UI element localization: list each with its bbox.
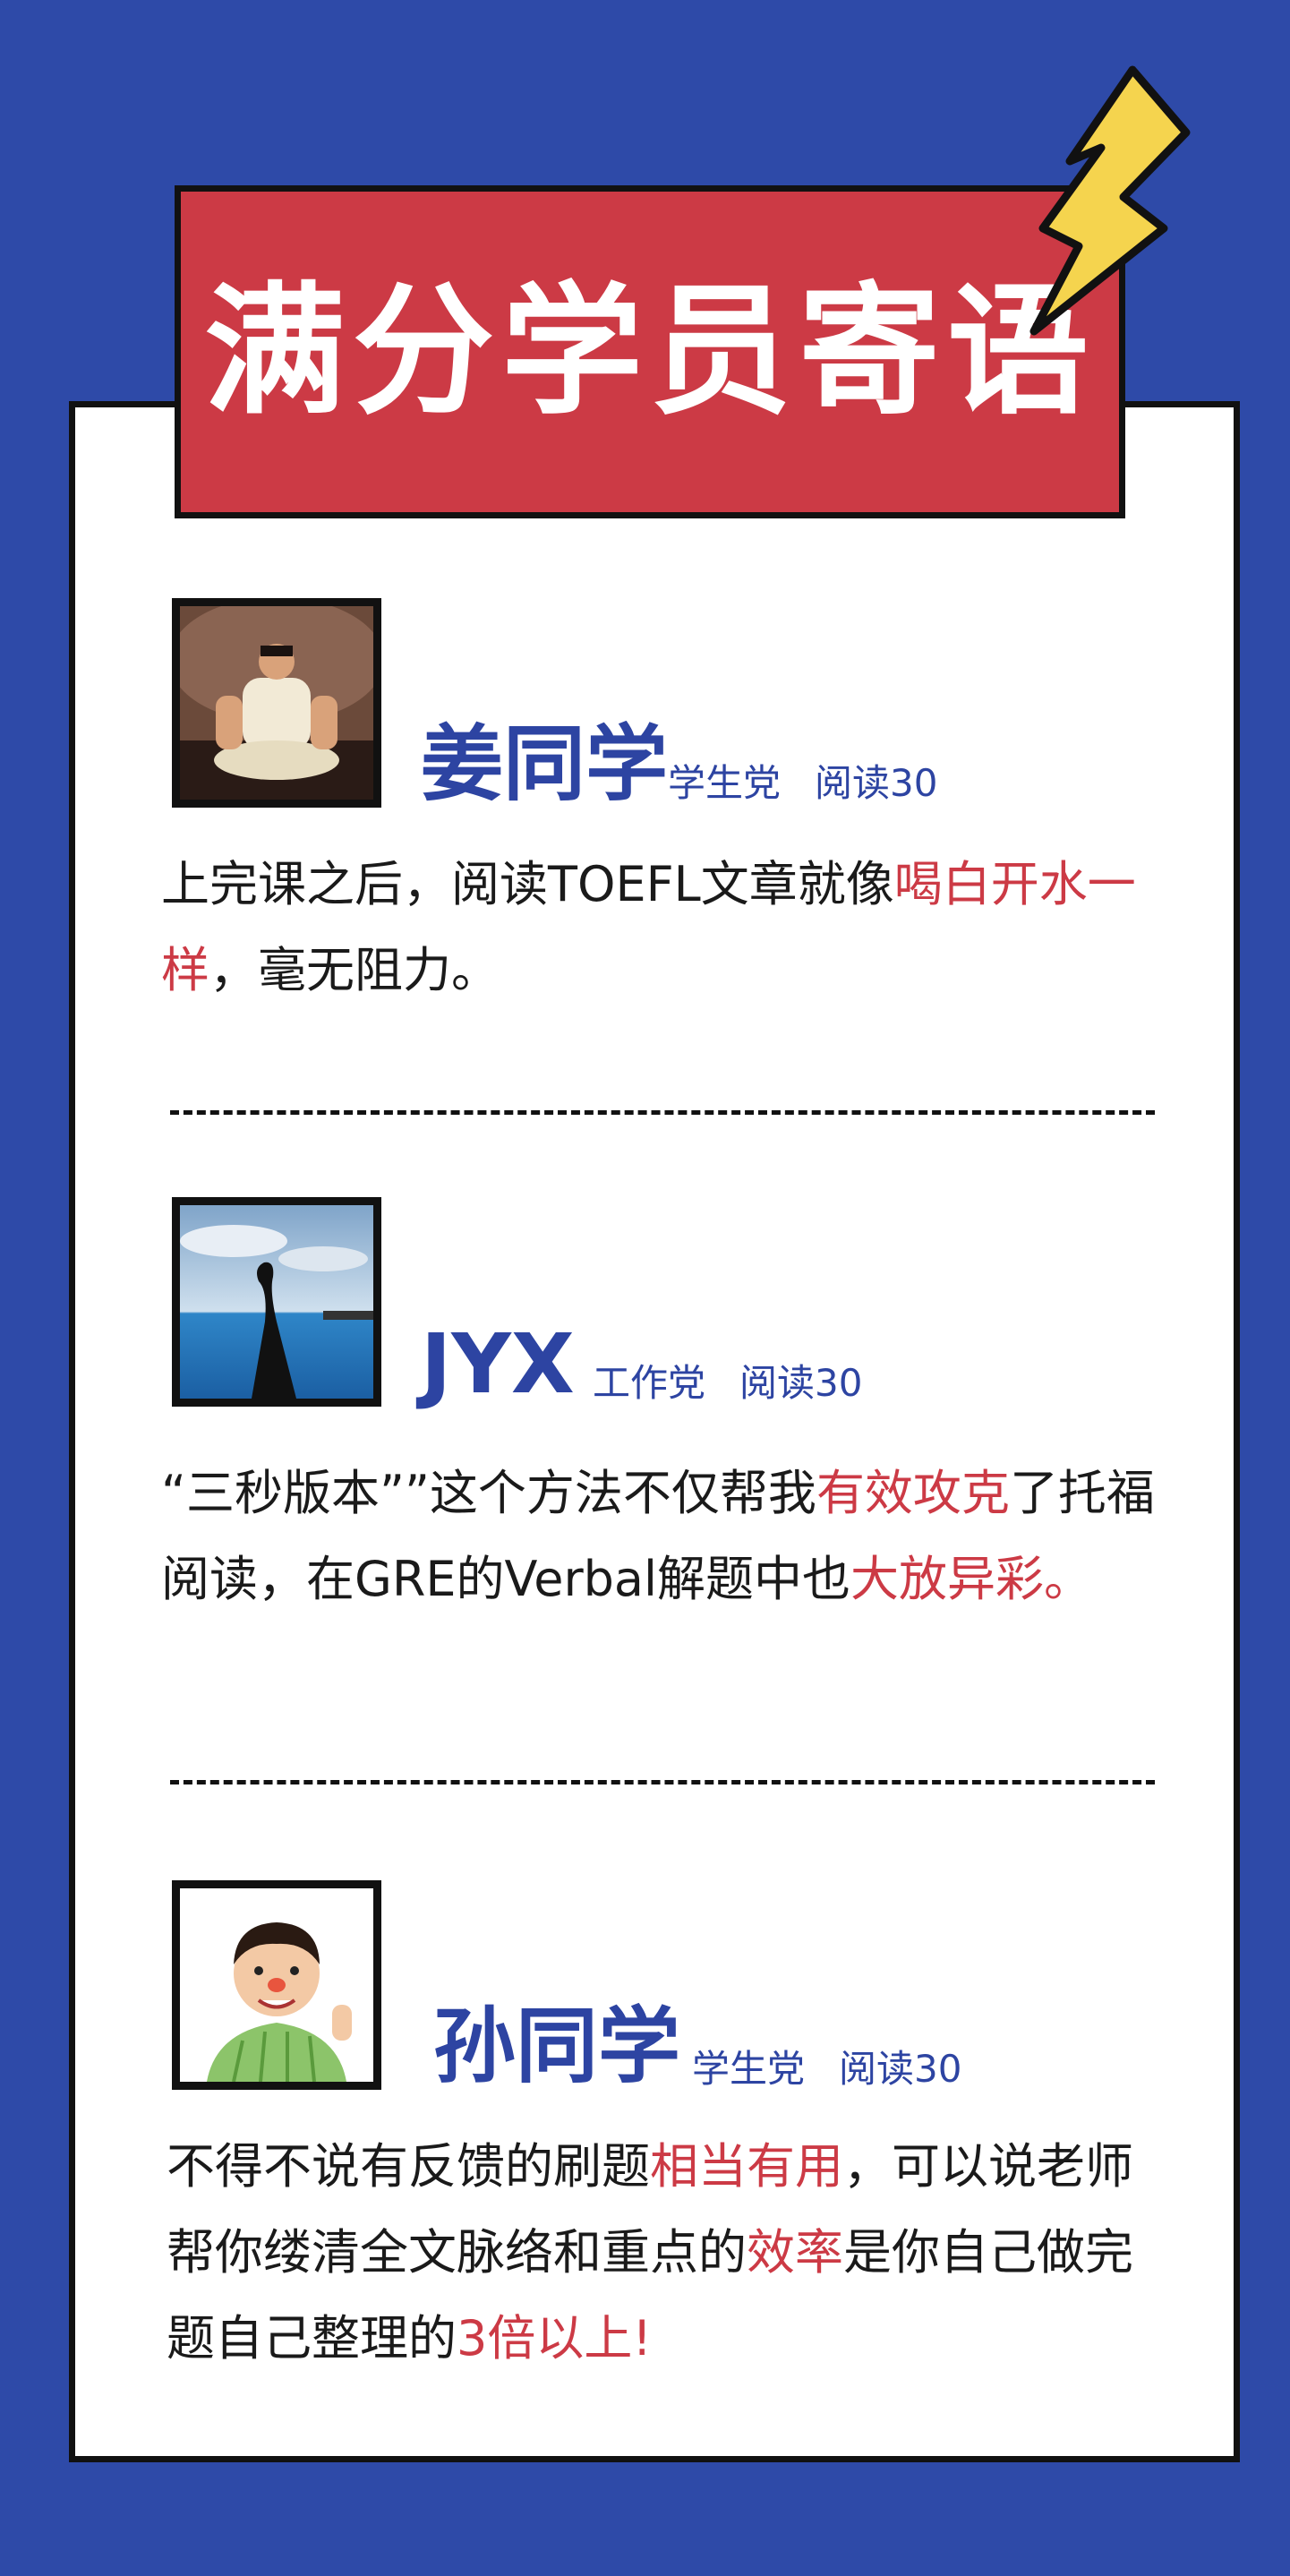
testimonial-quote: 不得不说有反馈的刷题相当有用，可以说老师帮你缕清全文脉络和重点的效率是你自己做完… <box>167 2124 1160 2382</box>
divider <box>170 1110 1155 1115</box>
quote-text: 上完课之后，阅读TOEFL文章就像 <box>161 856 894 912</box>
student-type-tag: 工作党 <box>593 1361 706 1405</box>
score-tag: 阅读30 <box>839 2047 962 2091</box>
divider <box>170 1780 1155 1784</box>
quote-highlight: 有效攻克 <box>816 1465 1010 1521</box>
student-type-tag: 学生党 <box>692 2047 806 2091</box>
quote-highlight: 相当有用 <box>650 2138 843 2195</box>
avatar <box>172 1880 381 2090</box>
testimonial-quote: “三秒版本””这个方法不仅帮我有效攻克了托福阅读，在GRE的Verbal解题中也… <box>161 1451 1155 1622</box>
quote-text: 不得不说有反馈的刷题 <box>167 2138 650 2195</box>
quote-highlight: 效率 <box>747 2224 843 2281</box>
student-name: 姜同学 <box>421 716 669 812</box>
quote-text: ，毫无阻力。 <box>209 942 500 998</box>
quote-highlight: 3倍以上! <box>457 2310 653 2366</box>
quote-text: “三秒版本””这个方法不仅帮我 <box>161 1465 816 1521</box>
testimonial-quote: 上完课之后，阅读TOEFL文章就像喝白开水一样，毫无阻力。 <box>161 842 1155 1014</box>
page-title: 满分学员寄语 <box>204 270 1096 434</box>
quote-highlight: 大放异彩。 <box>850 1551 1093 1607</box>
score-tag: 阅读30 <box>739 1361 863 1405</box>
lightning-bolt-icon <box>1029 65 1191 336</box>
student-name: JYX <box>421 1316 575 1412</box>
avatar <box>172 598 381 808</box>
title-banner: 满分学员寄语 <box>175 185 1125 518</box>
student-type-tag: 学生党 <box>668 761 782 805</box>
student-name: 孙同学 <box>433 1998 681 2094</box>
avatar <box>172 1197 381 1407</box>
score-tag: 阅读30 <box>815 761 938 805</box>
page: 满分学员寄语 姜同学 学生党 阅读30 上完课之后，阅读TOEFL文章就像喝白开… <box>0 0 1290 2576</box>
